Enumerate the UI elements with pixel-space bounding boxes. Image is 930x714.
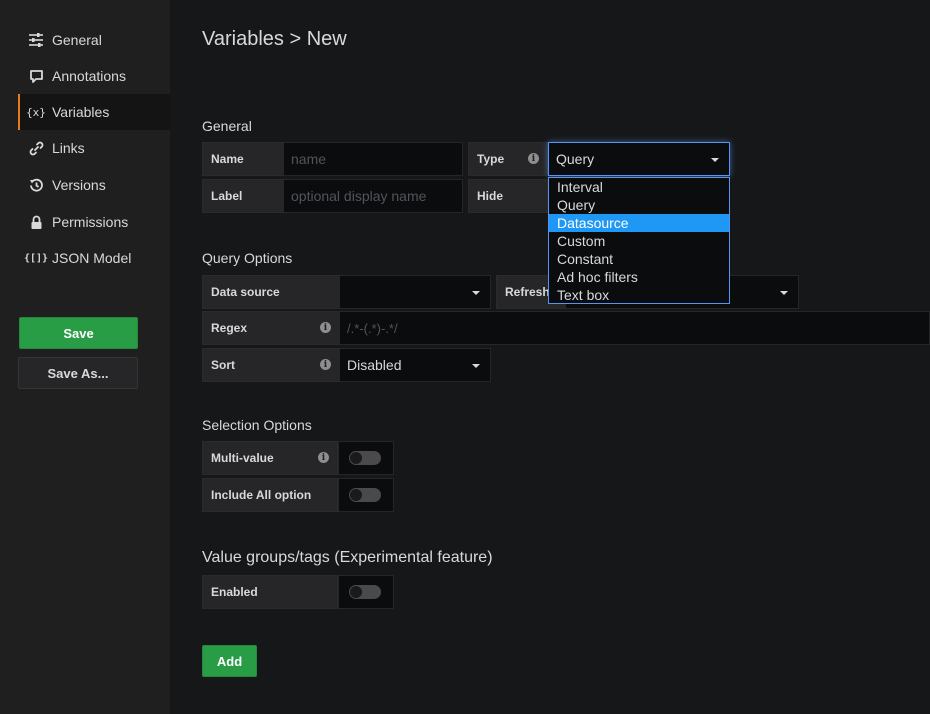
sidebar: General Annotations {x} Variables Links …	[0, 0, 170, 714]
label-label: Label	[202, 179, 284, 213]
page-title: Variables > New	[202, 28, 347, 50]
type-option-datasource[interactable]: Datasource	[549, 214, 729, 232]
section-title-selection-options: Selection Options	[202, 417, 312, 433]
info-icon[interactable]: i	[320, 359, 331, 370]
caret-down-icon	[711, 158, 719, 162]
sidebar-item-links[interactable]: Links	[18, 130, 170, 166]
type-option-textbox[interactable]: Text box	[549, 286, 729, 304]
sidebar-item-label: Variables	[52, 104, 110, 120]
section-title-query-options: Query Options	[202, 250, 293, 266]
type-label: Type i	[468, 142, 548, 176]
regex-label-text: Regex	[211, 321, 248, 335]
json-icon: {[]}	[23, 252, 49, 264]
datasource-label: Data source	[202, 275, 340, 309]
sidebar-item-label: Permissions	[52, 214, 129, 230]
switch-knob	[350, 489, 362, 501]
caret-down-icon	[780, 291, 788, 295]
regex-input[interactable]: /.*-(.*)-.*/	[339, 311, 930, 345]
section-title-general: General	[202, 118, 252, 134]
comment-icon	[28, 68, 44, 84]
save-button[interactable]: Save	[19, 317, 138, 349]
include-all-switch[interactable]	[338, 478, 394, 512]
sidebar-item-label: JSON Model	[52, 250, 132, 266]
sort-label: Sort i	[202, 348, 340, 382]
info-icon[interactable]: i	[528, 153, 539, 164]
sliders-icon	[28, 32, 44, 48]
sidebar-item-general[interactable]: General	[18, 22, 170, 58]
sort-select-value: Disabled	[347, 357, 402, 373]
add-button[interactable]: Add	[202, 645, 257, 677]
switch-track	[349, 451, 381, 465]
regex-label: Regex i	[202, 311, 340, 345]
lock-icon	[28, 214, 44, 230]
switch-knob	[350, 452, 362, 464]
type-select-value: Query	[556, 151, 595, 167]
sidebar-item-variables[interactable]: {x} Variables	[18, 94, 170, 130]
sidebar-item-json-model[interactable]: {[]} JSON Model	[18, 240, 170, 276]
type-select[interactable]: Query	[548, 142, 730, 176]
include-all-label: Include All option	[202, 478, 338, 512]
info-icon[interactable]: i	[318, 452, 329, 463]
enabled-switch[interactable]	[338, 575, 394, 609]
type-dropdown-menu: Interval Query Datasource Custom Constan…	[548, 177, 730, 304]
sidebar-item-label: General	[52, 32, 102, 48]
label-input[interactable]: optional display name	[283, 179, 463, 213]
save-as-button[interactable]: Save As...	[18, 357, 138, 389]
sidebar-item-label: Annotations	[52, 68, 126, 84]
hide-label: Hide	[468, 179, 548, 213]
switch-track	[349, 585, 381, 599]
sort-label-text: Sort	[211, 358, 235, 372]
switch-knob	[350, 586, 362, 598]
type-option-constant[interactable]: Constant	[549, 250, 729, 268]
info-icon[interactable]: i	[320, 322, 331, 333]
datasource-select[interactable]	[339, 275, 491, 309]
sidebar-item-label: Links	[52, 140, 85, 156]
link-icon	[28, 140, 44, 156]
multi-value-label: Multi-value i	[202, 441, 338, 475]
type-option-adhoc[interactable]: Ad hoc filters	[549, 268, 729, 286]
variable-icon: {x}	[26, 105, 46, 119]
type-label-text: Type	[477, 152, 505, 166]
history-icon	[28, 177, 44, 193]
type-option-custom[interactable]: Custom	[549, 232, 729, 250]
caret-down-icon	[472, 364, 480, 368]
sidebar-item-versions[interactable]: Versions	[18, 167, 170, 203]
name-label: Name	[202, 142, 284, 176]
enabled-label: Enabled	[202, 575, 338, 609]
caret-down-icon	[472, 291, 480, 295]
multi-value-label-text: Multi-value	[211, 451, 274, 465]
section-title-value-groups: Value groups/tags (Experimental feature)	[202, 549, 493, 566]
sidebar-item-annotations[interactable]: Annotations	[18, 58, 170, 94]
type-option-interval[interactable]: Interval	[549, 178, 729, 196]
type-option-query[interactable]: Query	[549, 196, 729, 214]
name-input[interactable]: name	[283, 142, 463, 176]
multi-value-switch[interactable]	[338, 441, 394, 475]
sidebar-item-label: Versions	[52, 177, 106, 193]
sort-select[interactable]: Disabled	[339, 348, 491, 382]
sidebar-item-permissions[interactable]: Permissions	[18, 204, 170, 240]
switch-track	[349, 488, 381, 502]
